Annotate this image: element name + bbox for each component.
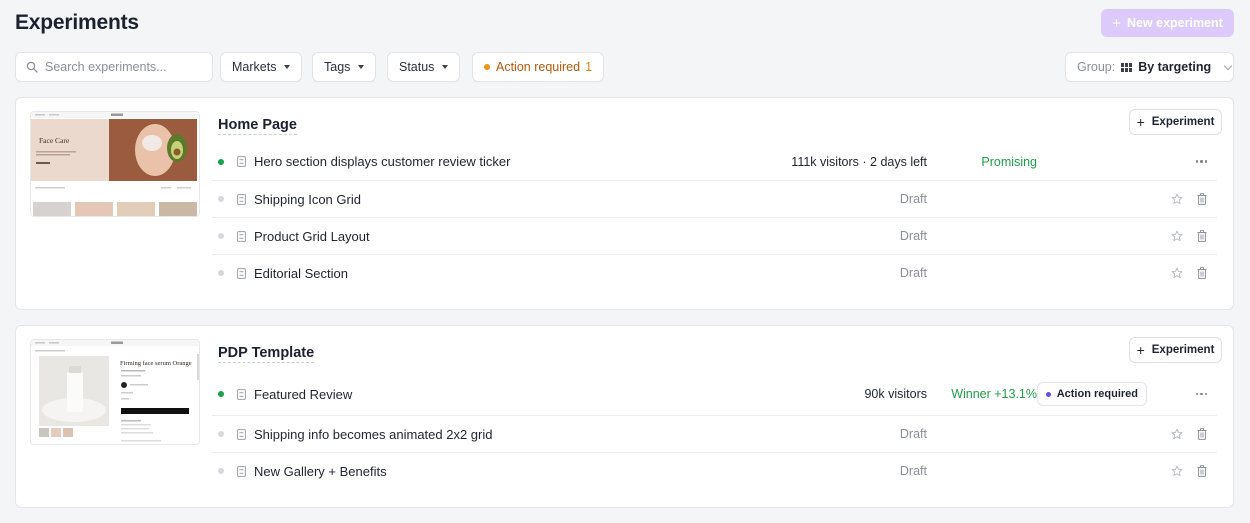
page-title: Experiments: [15, 11, 139, 34]
status-filter[interactable]: Status: [387, 52, 461, 82]
experiment-row[interactable]: Featured Review 90k visitors Winner +13.…: [212, 374, 1217, 414]
add-experiment-button[interactable]: + Experiment: [1129, 109, 1222, 135]
group-by-select[interactable]: Group: By targeting: [1065, 52, 1234, 82]
live-status-dot: [218, 391, 224, 397]
star-icon[interactable]: [1171, 465, 1183, 477]
page-thumbnail[interactable]: Face Care: [30, 111, 200, 217]
draft-status-dot: [218, 270, 224, 276]
experiment-row[interactable]: Hero section displays customer review ti…: [212, 143, 1217, 180]
experiment-meta: 111k visitors · 2 days left: [791, 154, 927, 169]
live-status-dot: [218, 158, 224, 165]
search-icon: [26, 61, 38, 73]
experiment-meta: Draft: [899, 266, 927, 280]
group-title[interactable]: Home Page: [218, 117, 297, 135]
trash-icon[interactable]: [1197, 193, 1207, 205]
experiment-name: New Gallery + Benefits: [254, 463, 387, 479]
thumbnail-headline: Face Care: [39, 136, 70, 145]
action-required-badge-label: Action required: [1056, 388, 1138, 400]
document-icon: [237, 465, 246, 477]
experiment-status: Promising: [981, 154, 1037, 169]
new-experiment-button[interactable]: + New experiment: [1101, 9, 1234, 37]
experiment-meta: Draft: [899, 464, 927, 478]
caret-down-icon: [284, 65, 291, 69]
markets-filter[interactable]: Markets: [220, 52, 303, 82]
star-icon[interactable]: [1171, 267, 1183, 279]
action-required-count: 1: [585, 60, 593, 74]
document-icon: [237, 267, 246, 279]
group-label: Group:: [1077, 60, 1116, 74]
document-icon: [237, 428, 246, 440]
tags-filter-label: Tags: [324, 60, 351, 74]
experiment-row[interactable]: Editorial Section Draft: [212, 254, 1217, 291]
document-icon: [237, 230, 246, 242]
action-required-label: Action required: [496, 60, 581, 74]
plus-icon: +: [1136, 342, 1145, 358]
document-icon: [237, 156, 246, 167]
warning-dot-icon: [484, 64, 490, 70]
group-card-home-page: Face Care Home Page + Experiment Hero se…: [15, 97, 1234, 310]
markets-filter-label: Markets: [232, 60, 277, 74]
action-dot-icon: [1045, 391, 1051, 397]
experiment-row[interactable]: Shipping info becomes animated 2x2 grid …: [212, 415, 1217, 452]
new-experiment-label: New experiment: [1126, 16, 1223, 30]
plus-icon: +: [1112, 14, 1121, 32]
page-header: Experiments + New experiment: [15, 9, 1234, 38]
experiment-row[interactable]: Shipping Icon Grid Draft: [212, 180, 1217, 217]
group-title[interactable]: PDP Template: [218, 345, 315, 363]
search-box[interactable]: [15, 52, 213, 82]
draft-status-dot: [218, 468, 224, 474]
caret-down-icon: [442, 65, 449, 69]
experiment-meta: Draft: [899, 427, 927, 441]
search-input[interactable]: [45, 60, 195, 74]
experiment-meta: Draft: [899, 192, 927, 206]
trash-icon[interactable]: [1197, 267, 1207, 279]
experiment-meta: Draft: [899, 229, 927, 243]
trash-icon[interactable]: [1197, 465, 1207, 477]
draft-status-dot: [218, 196, 224, 202]
document-icon: [237, 193, 246, 205]
plus-icon: +: [1136, 114, 1145, 130]
experiment-name: Product Grid Layout: [254, 228, 370, 244]
thumbnail-headline: Firming face serum Orange: [120, 360, 192, 367]
page-thumbnail[interactable]: Firming face serum Orange: [30, 339, 200, 445]
experiment-status: Winner +13.1%: [951, 387, 1037, 401]
group-value: By targeting: [1138, 60, 1212, 74]
experiment-name: Featured Review: [254, 386, 353, 402]
add-experiment-label: Experiment: [1151, 116, 1215, 128]
star-icon[interactable]: [1171, 230, 1183, 242]
trash-icon[interactable]: [1197, 428, 1207, 440]
caret-down-icon: [358, 65, 365, 69]
document-icon: [237, 388, 246, 400]
add-experiment-button[interactable]: + Experiment: [1129, 337, 1222, 363]
group-card-pdp-template: Firming face serum Orange PDP Template +…: [15, 325, 1234, 508]
trash-icon[interactable]: [1197, 230, 1207, 242]
more-options-icon[interactable]: [1195, 392, 1207, 396]
grid-icon: [1121, 62, 1133, 72]
chevron-down-icon: [1223, 61, 1233, 70]
experiment-name: Shipping info becomes animated 2x2 grid: [254, 426, 493, 442]
tags-filter[interactable]: Tags: [312, 52, 377, 82]
status-filter-label: Status: [399, 60, 435, 74]
filter-toolbar: Markets Tags Status Action required 1 Gr…: [15, 52, 1234, 82]
draft-status-dot: [218, 233, 224, 239]
star-icon[interactable]: [1171, 428, 1183, 440]
experiment-row[interactable]: Product Grid Layout Draft: [212, 217, 1217, 254]
experiment-row[interactable]: New Gallery + Benefits Draft: [212, 452, 1217, 489]
add-experiment-label: Experiment: [1151, 344, 1215, 356]
action-required-filter[interactable]: Action required 1: [472, 52, 605, 82]
more-options-icon[interactable]: [1195, 160, 1207, 163]
experiment-name: Shipping Icon Grid: [254, 191, 361, 207]
experiment-name: Editorial Section: [254, 265, 348, 281]
star-icon[interactable]: [1171, 193, 1183, 205]
experiment-name: Hero section displays customer review ti…: [254, 154, 511, 169]
draft-status-dot: [218, 431, 224, 437]
action-required-badge[interactable]: Action required: [1036, 382, 1147, 406]
experiment-meta: 90k visitors: [864, 387, 927, 401]
